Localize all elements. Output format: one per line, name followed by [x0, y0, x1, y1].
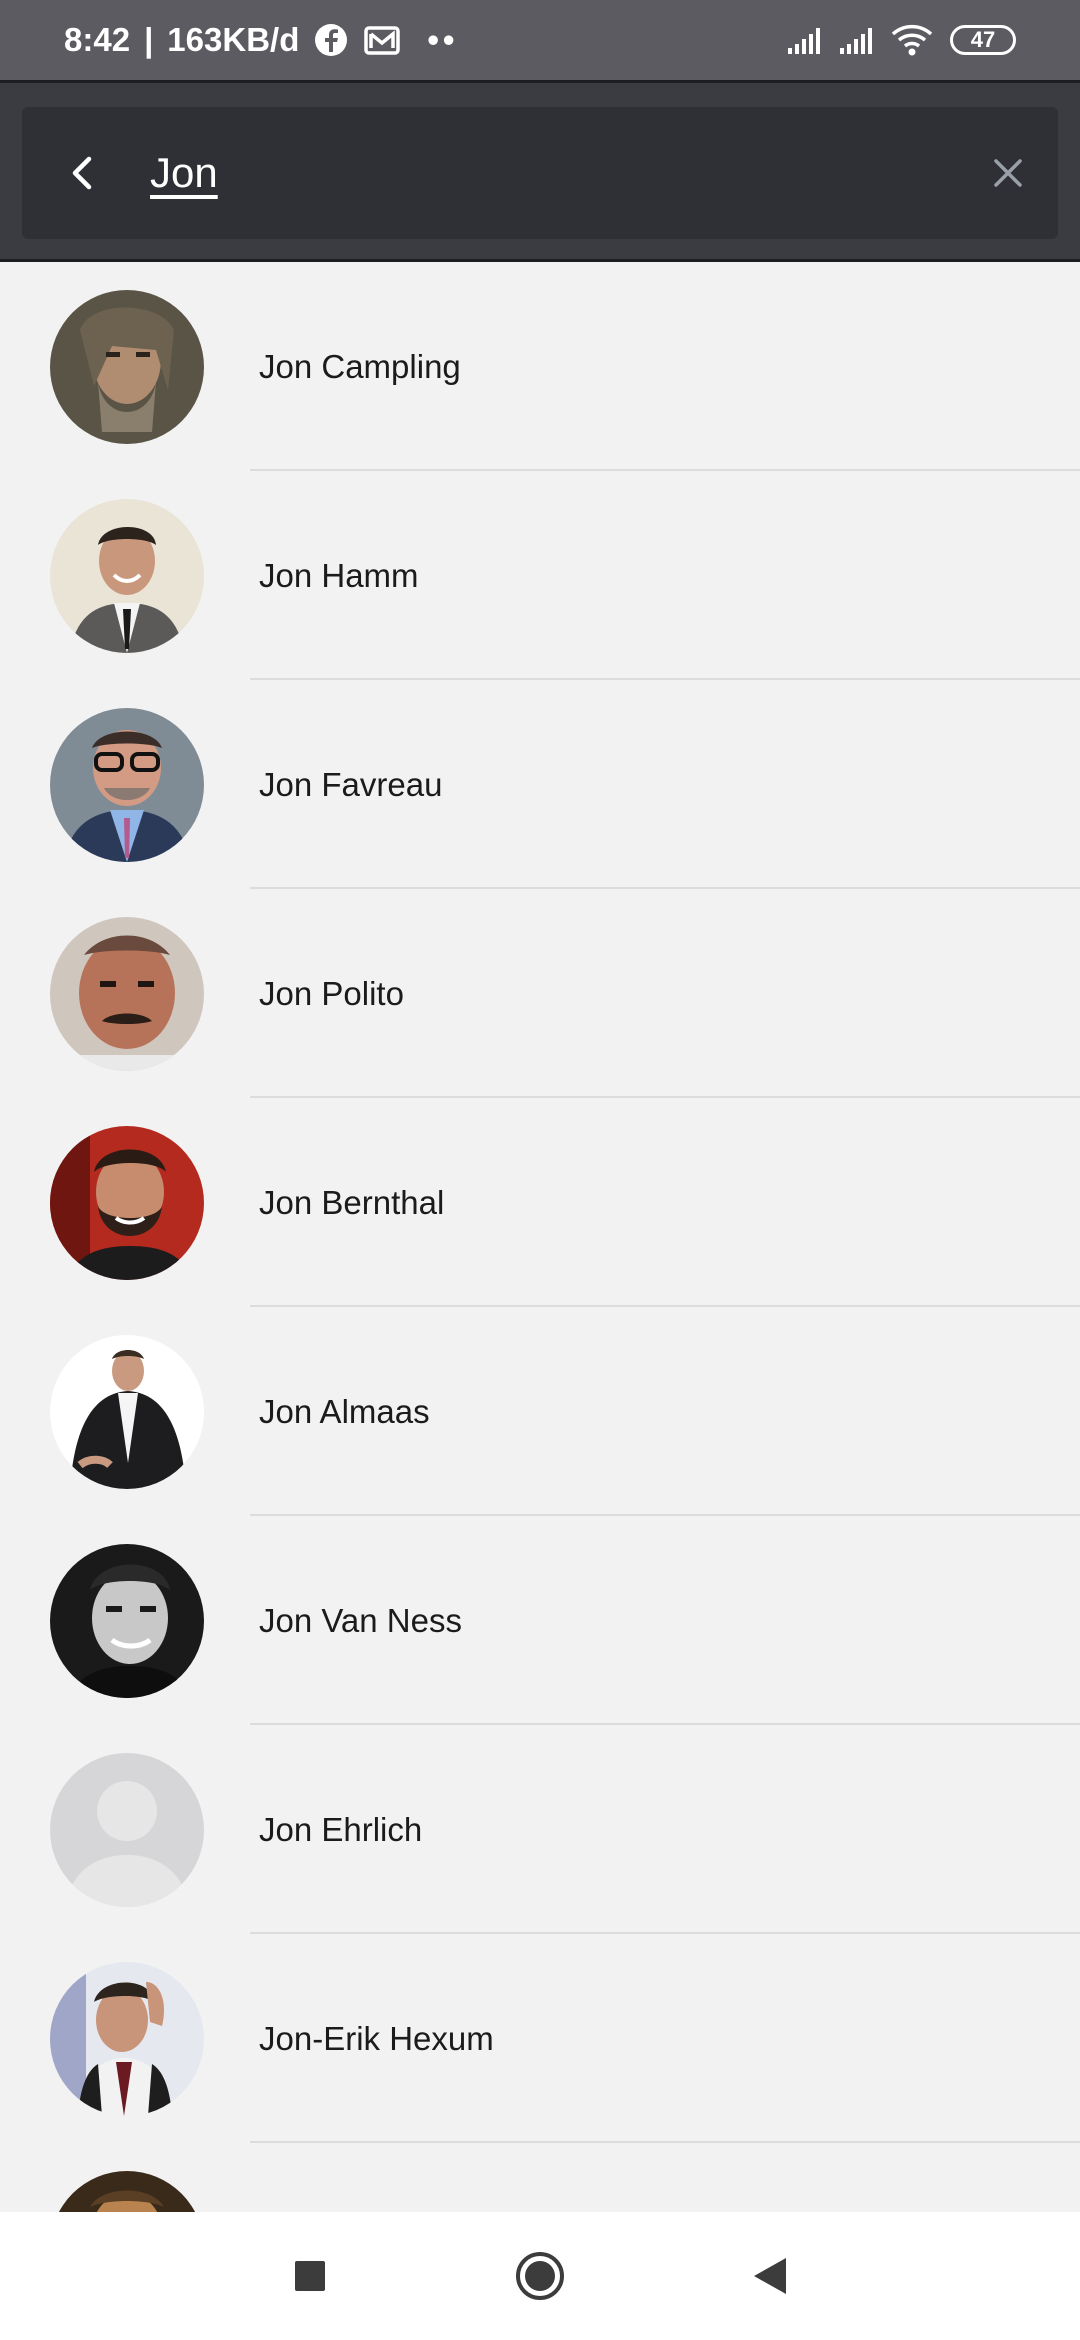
list-item[interactable]: Jon Ehrlich: [0, 1725, 1080, 1934]
navigation-bar: [0, 2212, 1080, 2340]
person-placeholder-icon: [50, 1753, 204, 1907]
search-input[interactable]: Jon: [150, 149, 958, 197]
chevron-left-icon: [72, 156, 92, 190]
close-icon: [994, 159, 1022, 187]
avatar: [50, 1962, 204, 2116]
avatar: [50, 2171, 204, 2212]
list-item[interactable]: Jon Campling: [0, 262, 1080, 471]
back-nav-button[interactable]: [720, 2226, 820, 2326]
list-item[interactable]: Jon-Erik Hexum: [0, 1934, 1080, 2143]
clear-search-button[interactable]: [958, 107, 1058, 239]
result-name: Jon Ehrlich: [259, 1810, 423, 1848]
list-item[interactable]: Jon Polito: [0, 889, 1080, 1098]
square-icon: [295, 2261, 325, 2291]
result-name: Jon-Erik Hexum: [259, 2019, 494, 2057]
list-item[interactable]: Jon Almaas: [0, 1307, 1080, 1516]
signal-icon: [786, 22, 822, 58]
search-header: Jon: [0, 80, 1080, 262]
avatar: [50, 499, 204, 653]
result-name: Jon Campling: [259, 347, 461, 385]
result-name: Jon Van Ness: [259, 1601, 462, 1639]
battery-indicator: 47: [950, 25, 1016, 55]
signal-icon: [838, 22, 874, 58]
status-time: 8:42: [64, 21, 131, 58]
avatar: [50, 290, 204, 444]
search-bar: Jon: [22, 107, 1058, 239]
result-name: Jon Favreau: [259, 765, 443, 803]
avatar: [50, 917, 204, 1071]
circle-icon: [516, 2252, 564, 2300]
status-more-dots: ••: [427, 21, 459, 58]
result-name: Jon Polito: [259, 974, 404, 1012]
facebook-icon: [313, 22, 349, 58]
list-item[interactable]: Jon Favreau: [0, 680, 1080, 889]
avatar: [50, 1126, 204, 1280]
list-item[interactable]: Jon Van Ness: [0, 1516, 1080, 1725]
search-results-list: Jon Campling Jon Hamm Jon Favreau Jon Po…: [0, 262, 1080, 2212]
avatar: [50, 1753, 204, 1907]
avatar: [50, 1335, 204, 1489]
home-button[interactable]: [490, 2226, 590, 2326]
avatar: [50, 708, 204, 862]
mail-icon: [363, 22, 401, 58]
triangle-back-icon: [754, 2258, 786, 2294]
recents-button[interactable]: [260, 2226, 360, 2326]
list-item[interactable]: [0, 2143, 1080, 2212]
list-item[interactable]: Jon Bernthal: [0, 1098, 1080, 1307]
status-data-rate: 163KB/d: [167, 21, 300, 58]
wifi-icon: [890, 22, 934, 58]
status-separator: |: [144, 21, 154, 58]
avatar: [50, 1544, 204, 1698]
back-button[interactable]: [22, 107, 142, 239]
result-name: Jon Bernthal: [259, 1183, 445, 1221]
result-name: Jon Almaas: [259, 1392, 430, 1430]
status-bar: 8:42 | 163KB/d •• 47: [0, 0, 1080, 80]
result-name: Jon Hamm: [259, 556, 419, 594]
list-item[interactable]: Jon Hamm: [0, 471, 1080, 680]
